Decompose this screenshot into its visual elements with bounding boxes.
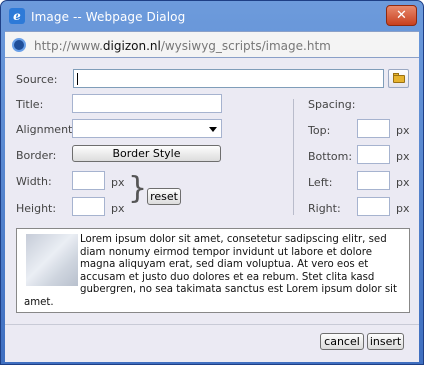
url-path: /wysiwyg_scripts/image.htm [160,39,331,53]
url-domain: digizon.nl [102,39,161,53]
height-unit: px [111,202,125,215]
title-input[interactable] [72,94,222,113]
preview-image-spacer [24,234,78,286]
close-button[interactable]: ✕ [386,5,417,26]
preview-text-container: Lorem ipsum dolor sit amet, consetetur s… [24,234,404,309]
chevron-down-icon [209,127,217,132]
image-preview-panel: Lorem ipsum dolor sit amet, consetetur s… [16,228,410,313]
footer-divider [5,324,419,325]
source-input[interactable] [73,69,384,88]
alignment-label: Alignment: [16,123,77,136]
border-style-button[interactable]: Border Style [72,145,221,162]
spacing-top-unit: px [396,124,410,137]
window-title: Image -- Webpage Dialog [31,10,186,24]
spacing-left-label: Left: [308,176,333,189]
cancel-button[interactable]: cancel [320,333,364,350]
folder-icon [393,75,405,83]
reset-button[interactable]: reset [147,188,181,205]
url-prefix: http://www. [34,39,103,53]
spacing-top-input[interactable] [357,119,390,138]
source-label: Source: [16,73,58,86]
width-unit: px [111,176,125,189]
spacing-right-input[interactable] [357,197,390,216]
browse-button[interactable] [388,69,409,88]
alignment-select[interactable] [72,119,222,138]
dialog-window: e Image -- Webpage Dialog ✕ http://www.d… [0,0,424,365]
height-input[interactable] [72,197,105,216]
width-input[interactable] [72,171,105,190]
spacing-left-input[interactable] [357,171,390,190]
spacing-bottom-label: Bottom: [308,150,353,163]
spacing-heading: Spacing: [308,98,356,111]
width-label: Width: [16,175,52,188]
spacing-bottom-input[interactable] [357,145,390,164]
insert-button[interactable]: insert [367,333,404,350]
column-divider [293,99,294,215]
dialog-body: http://www.digizon.nl/wysiwyg_scripts/im… [5,31,419,362]
globe-icon [12,38,26,52]
height-label: Height: [16,202,57,215]
spacing-right-unit: px [396,202,410,215]
spacing-bottom-unit: px [396,150,410,163]
text-caret [77,73,78,85]
spacing-left-unit: px [396,176,410,189]
address-url: http://www.digizon.nl/wysiwyg_scripts/im… [34,39,331,53]
spacing-right-label: Right: [308,202,341,215]
link-brace-icon: } [128,171,148,206]
ie-page-icon: e [9,8,25,24]
border-label: Border: [16,149,57,162]
spacing-top-label: Top: [308,124,331,137]
title-label: Title: [16,98,44,111]
title-bar: e Image -- Webpage Dialog ✕ [1,1,423,31]
preview-text: Lorem ipsum dolor sit amet, consetetur s… [24,234,397,308]
address-bar: http://www.digizon.nl/wysiwyg_scripts/im… [5,31,419,58]
